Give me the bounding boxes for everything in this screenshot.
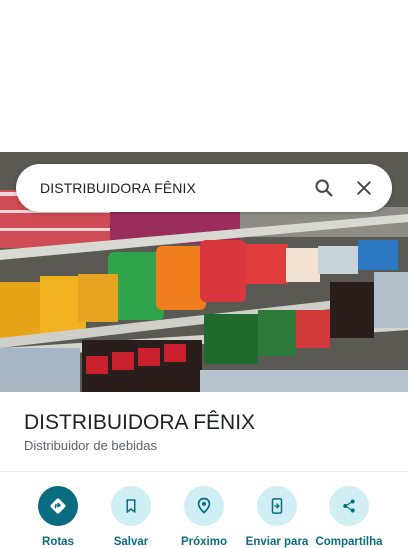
- directions-icon-circle[interactable]: [38, 486, 78, 526]
- search-button[interactable]: [304, 168, 344, 208]
- clear-search-button[interactable]: [344, 168, 384, 208]
- share-label: Compartilha: [315, 536, 383, 548]
- directions-button[interactable]: Rotas: [19, 486, 97, 548]
- save-icon-circle[interactable]: [111, 486, 151, 526]
- place-header: DISTRIBUIDORA FÊNIX Distribuidor de bebi…: [24, 410, 394, 453]
- send-to-phone-button[interactable]: Enviar para: [238, 486, 316, 548]
- bookmark-icon: [126, 499, 136, 513]
- send-to-phone-label: Enviar para: [245, 536, 309, 548]
- nearby-icon: [197, 497, 211, 514]
- nearby-label: Próximo: [180, 536, 227, 548]
- close-icon: [357, 181, 371, 195]
- divider: [0, 471, 408, 472]
- nearby-button[interactable]: Próximo: [165, 486, 243, 548]
- directions-icon: [50, 498, 66, 514]
- save-label: Salvar: [113, 536, 149, 548]
- place-title: DISTRIBUIDORA FÊNIX: [24, 411, 256, 434]
- place-category: Distribuidor de bebidas: [24, 438, 157, 453]
- action-bar: Rotas Salvar Próximo Enviar para Compart…: [0, 486, 408, 548]
- search-icon: [315, 179, 333, 197]
- save-button[interactable]: Salvar: [92, 486, 170, 548]
- share-icon-circle[interactable]: [329, 486, 369, 526]
- search-input[interactable]: DISTRIBUIDORA FÊNIX: [40, 180, 304, 196]
- send-to-phone-icon: [271, 498, 283, 514]
- share-button[interactable]: Compartilha: [310, 486, 388, 548]
- send-to-phone-icon-circle[interactable]: [257, 486, 297, 526]
- search-bar[interactable]: DISTRIBUIDORA FÊNIX: [16, 164, 392, 212]
- directions-label: Rotas: [42, 536, 74, 548]
- share-icon: [343, 499, 355, 513]
- nearby-icon-circle[interactable]: [184, 486, 224, 526]
